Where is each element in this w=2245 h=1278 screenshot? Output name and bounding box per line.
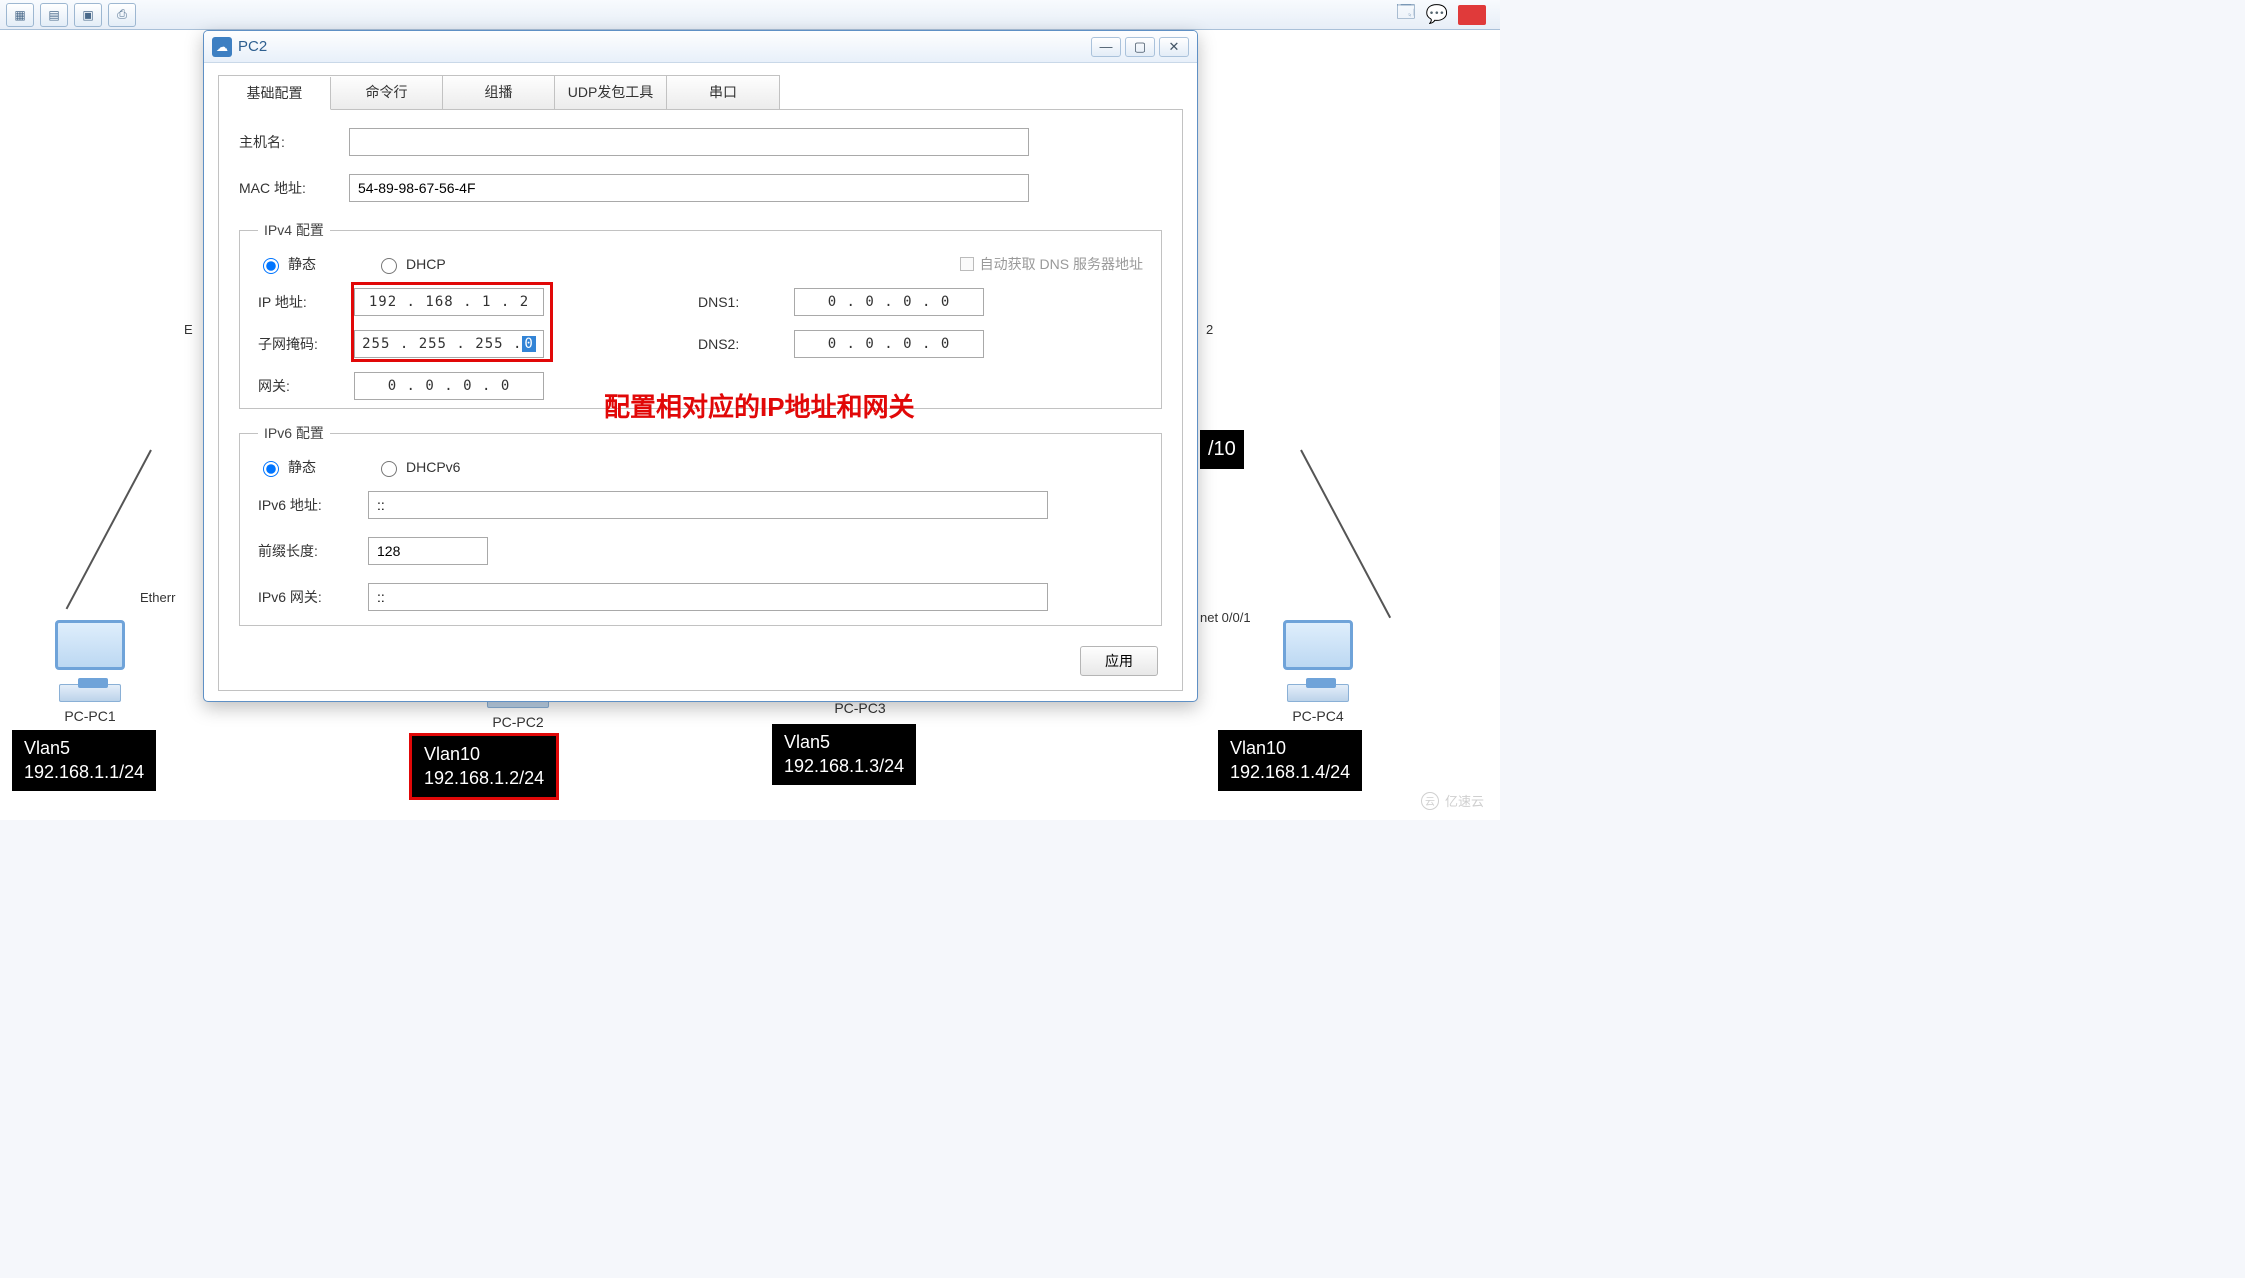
minimize-button[interactable]: —: [1091, 37, 1121, 57]
vlan-tag-pc4: Vlan10 192.168.1.4/24: [1218, 730, 1362, 791]
vlan-tag-pc2: Vlan10 192.168.1.2/24: [412, 736, 556, 797]
wire-pc1: [66, 450, 152, 610]
dialog-titlebar[interactable]: ☁ PC2 — ▢ ✕: [204, 31, 1197, 63]
annotation-text: 配置相对应的IP地址和网关: [604, 387, 915, 424]
prefix-input[interactable]: [368, 537, 488, 565]
ipv6-gw-input[interactable]: [368, 583, 1048, 611]
side-label-right: 2: [1206, 322, 1213, 337]
auto-dns-checkbox[interactable]: 自动获取 DNS 服务器地址: [960, 254, 1143, 274]
tab-basic[interactable]: 基础配置: [219, 77, 331, 110]
chat-icon[interactable]: 💬: [1426, 4, 1448, 25]
ipv6-dhcp-radio[interactable]: DHCPv6: [376, 458, 460, 477]
gw-input[interactable]: 0 . 0 . 0 . 0: [354, 372, 544, 400]
wire-pc4: [1300, 450, 1391, 619]
pc3-label: PC-PC3: [800, 700, 920, 716]
ip-input[interactable]: 192 . 168 . 1 . 2: [354, 288, 544, 316]
static-label-v6: 静态: [288, 457, 316, 477]
ipv6-fieldset: IPv6 配置 静态 DHCPv6 IPv6 地址: 前缀长度: IPv6 网关…: [239, 423, 1162, 626]
dns1-input[interactable]: 0 . 0 . 0 . 0: [794, 288, 984, 316]
auto-dns-label: 自动获取 DNS 服务器地址: [980, 254, 1143, 274]
pc4-label: PC-PC4: [1258, 708, 1378, 724]
gw-label: 网关:: [258, 376, 354, 396]
ipv6-static-radio[interactable]: 静态: [258, 457, 316, 477]
ipv4-dhcp-radio[interactable]: DHCP: [376, 255, 446, 274]
hostname-input[interactable]: [349, 128, 1029, 156]
port-label-right: net 0/0/1: [1200, 610, 1251, 625]
mask-label: 子网掩码:: [258, 334, 354, 354]
mask-input[interactable]: 255 . 255 . 255 . 0: [354, 330, 544, 358]
watermark: 云亿速云: [1421, 791, 1484, 810]
tab-cli[interactable]: 命令行: [331, 76, 443, 109]
dns1-label: DNS1:: [698, 294, 794, 310]
close-button[interactable]: ✕: [1159, 37, 1189, 57]
pc2-label: PC-PC2: [458, 714, 578, 730]
monitor-icon: [55, 620, 125, 670]
vlan-tag-pc3: Vlan5 192.168.1.3/24: [772, 724, 916, 785]
toolbar-print-icon[interactable]: ⎙: [108, 3, 136, 27]
toolbar-save-icon[interactable]: ▣: [74, 3, 102, 27]
tab-serial[interactable]: 串口: [667, 76, 779, 109]
mac-input[interactable]: [349, 174, 1029, 202]
pc-config-dialog: ☁ PC2 — ▢ ✕ 基础配置 命令行 组播 UDP发包工具 串口: [203, 30, 1198, 702]
ipv6-gw-label: IPv6 网关:: [258, 587, 368, 607]
dhcpv6-label: DHCPv6: [406, 459, 460, 475]
ipv4-legend: IPv4 配置: [258, 220, 330, 240]
side-badge-right: /10: [1200, 430, 1244, 469]
palette-icon[interactable]: 🗔: [1396, 0, 1416, 30]
ipv6-legend: IPv6 配置: [258, 423, 330, 443]
tab-multicast[interactable]: 组播: [443, 76, 555, 109]
dhcp-label: DHCP: [406, 256, 446, 272]
ipv4-fieldset: IPv4 配置 静态 DHCP 自动获取 DNS 服务器地址 IP 地址: 19…: [239, 220, 1162, 409]
dialog-title: PC2: [238, 38, 1091, 55]
toolbar-open-icon[interactable]: ▤: [40, 3, 68, 27]
ipv6-addr-label: IPv6 地址:: [258, 495, 368, 515]
dns2-input[interactable]: 0 . 0 . 0 . 0: [794, 330, 984, 358]
ipv4-static-radio[interactable]: 静态: [258, 254, 316, 274]
topology-canvas: E 2 /10 Etherr net 0/0/1 PC-PC1 PC-PC2 P…: [0, 30, 1500, 820]
ip-label: IP 地址:: [258, 292, 354, 312]
dialog-app-icon: ☁: [212, 37, 232, 57]
dialog-tabs: 基础配置 命令行 组播 UDP发包工具 串口: [218, 75, 780, 109]
toolbar-new-icon[interactable]: ▦: [6, 3, 34, 27]
app-toolbar: ▦ ▤ ▣ ⎙ 🗔 💬: [0, 0, 1500, 30]
vlan-tag-pc1: Vlan5 192.168.1.1/24: [12, 730, 156, 791]
prefix-label: 前缀长度:: [258, 541, 368, 561]
pc-node-4[interactable]: PC-PC4: [1258, 620, 1378, 724]
dns2-label: DNS2:: [698, 336, 794, 352]
maximize-button[interactable]: ▢: [1125, 37, 1155, 57]
apply-button[interactable]: 应用: [1080, 646, 1158, 676]
tab-udp[interactable]: UDP发包工具: [555, 76, 667, 109]
ipv6-addr-input[interactable]: [368, 491, 1048, 519]
side-label-left: E: [184, 322, 193, 337]
pc1-label: PC-PC1: [30, 708, 150, 724]
hostname-label: 主机名:: [239, 132, 349, 152]
static-label: 静态: [288, 254, 316, 274]
pc-node-1[interactable]: PC-PC1: [30, 620, 150, 724]
port-label-left: Etherr: [140, 590, 175, 605]
monitor-icon: [1283, 620, 1353, 670]
huawei-logo-icon: [1458, 5, 1486, 25]
mac-label: MAC 地址:: [239, 178, 349, 198]
